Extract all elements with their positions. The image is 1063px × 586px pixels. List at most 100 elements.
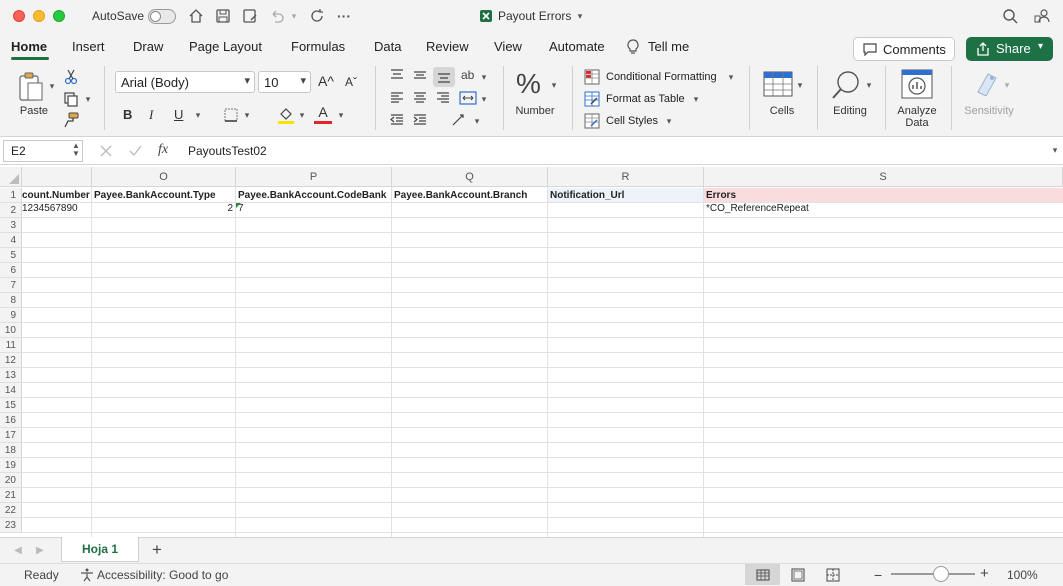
comments-button[interactable]: Comments bbox=[853, 37, 955, 61]
row-header-13[interactable]: 13 bbox=[0, 368, 22, 383]
home-icon[interactable] bbox=[187, 7, 205, 25]
fill-color-chevron-down-icon[interactable]: ▾ bbox=[297, 109, 307, 121]
row-header-2[interactable]: 2 bbox=[0, 203, 22, 218]
borders-chevron-down-icon[interactable]: ▾ bbox=[242, 109, 252, 121]
page-layout-view-icon[interactable] bbox=[789, 566, 807, 583]
format-as-table-icon[interactable] bbox=[584, 91, 600, 107]
cell-styles-icon[interactable] bbox=[584, 113, 600, 129]
row-header-4[interactable]: 4 bbox=[0, 233, 22, 248]
orientation-chevron-down-icon[interactable]: ▾ bbox=[479, 71, 489, 83]
row-header-20[interactable]: 20 bbox=[0, 473, 22, 488]
account-icon[interactable] bbox=[1033, 7, 1051, 25]
align-right-icon[interactable] bbox=[434, 90, 452, 106]
close-window-button[interactable] bbox=[13, 10, 25, 22]
cell-o1[interactable]: Payee.BankAccount.Type bbox=[92, 189, 236, 203]
column-header-r[interactable]: R bbox=[548, 167, 704, 187]
cut-icon[interactable] bbox=[63, 69, 79, 85]
row-header-10[interactable]: 10 bbox=[0, 323, 22, 338]
row-header-1[interactable]: 1 bbox=[0, 188, 22, 203]
row-header-11[interactable]: 11 bbox=[0, 338, 22, 353]
paste-chevron-down-icon[interactable]: ▾ bbox=[47, 80, 57, 92]
cell-s2[interactable]: *CO_ReferenceRepeat bbox=[704, 202, 904, 216]
share-button[interactable]: Share ▾ bbox=[966, 37, 1053, 61]
shrink-font-icon[interactable]: Aˇ bbox=[345, 75, 357, 89]
row-header-23[interactable]: 23 bbox=[0, 518, 22, 533]
select-all-corner[interactable] bbox=[0, 167, 22, 187]
tab-automate[interactable]: Automate bbox=[549, 39, 605, 54]
format-as-table-chevron-down-icon[interactable]: ▾ bbox=[691, 93, 701, 105]
cell-r1[interactable]: Notification_Url bbox=[548, 189, 704, 203]
cell-styles-chevron-down-icon[interactable]: ▾ bbox=[664, 115, 674, 127]
zoom-window-button[interactable] bbox=[53, 10, 65, 22]
row-header-14[interactable]: 14 bbox=[0, 383, 22, 398]
tab-formulas[interactable]: Formulas bbox=[291, 39, 345, 54]
conditional-formatting-button[interactable]: Conditional Formatting bbox=[606, 71, 717, 83]
sensitivity-icon[interactable] bbox=[972, 68, 1002, 98]
zoom-in-icon[interactable]: + bbox=[980, 565, 989, 582]
row-header-17[interactable]: 17 bbox=[0, 428, 22, 443]
number-format-icon[interactable]: % bbox=[516, 68, 541, 100]
zoom-out-icon[interactable]: − bbox=[874, 567, 882, 583]
row-header-5[interactable]: 5 bbox=[0, 248, 22, 263]
paste-icon[interactable] bbox=[16, 70, 46, 104]
column-header-q[interactable]: Q bbox=[392, 167, 548, 187]
borders-icon[interactable] bbox=[222, 106, 240, 124]
tab-page-layout[interactable]: Page Layout bbox=[189, 39, 262, 54]
underline-chevron-down-icon[interactable]: ▾ bbox=[193, 109, 203, 121]
confirm-entry-icon[interactable] bbox=[126, 142, 144, 160]
redo-icon[interactable] bbox=[308, 7, 326, 25]
tab-data[interactable]: Data bbox=[374, 39, 401, 54]
analyze-data-icon[interactable] bbox=[900, 68, 934, 100]
italic-button[interactable]: I bbox=[149, 107, 153, 123]
normal-view-icon[interactable] bbox=[745, 564, 780, 585]
page-break-view-icon[interactable] bbox=[824, 566, 842, 583]
tab-view[interactable]: View bbox=[494, 39, 522, 54]
editing-chevron-down-icon[interactable]: ▾ bbox=[864, 79, 874, 91]
conditional-formatting-icon[interactable] bbox=[584, 69, 600, 85]
align-middle-icon[interactable] bbox=[411, 67, 429, 83]
worksheet-grid[interactable]: O P Q R S 1 2 3 4 5 6 7 8 9 10 11 12 13 14 15 16 17 18 19 2… bbox=[0, 167, 1063, 537]
share-chevron-down-icon[interactable]: ▾ bbox=[1038, 41, 1043, 52]
merge-chevron-down-icon[interactable]: ▾ bbox=[479, 93, 489, 105]
more-commands-icon[interactable]: ··· bbox=[335, 7, 353, 25]
row-header-19[interactable]: 19 bbox=[0, 458, 22, 473]
tab-draw[interactable]: Draw bbox=[133, 39, 163, 54]
error-indicator-icon[interactable] bbox=[236, 203, 241, 208]
row-header-9[interactable]: 9 bbox=[0, 308, 22, 323]
align-left-icon[interactable] bbox=[388, 90, 406, 106]
cancel-entry-icon[interactable] bbox=[97, 142, 115, 160]
prev-sheet-icon[interactable]: ◀ bbox=[12, 543, 24, 557]
row-header-8[interactable]: 8 bbox=[0, 293, 22, 308]
cells-icon[interactable] bbox=[762, 69, 794, 99]
font-name-select[interactable]: Arial (Body) ▾ bbox=[115, 71, 255, 93]
align-bottom-icon[interactable] bbox=[433, 67, 455, 87]
tab-review[interactable]: Review bbox=[426, 39, 469, 54]
row-header-12[interactable]: 12 bbox=[0, 353, 22, 368]
align-top-icon[interactable] bbox=[388, 67, 406, 83]
cell-s1[interactable]: Errors bbox=[704, 189, 904, 203]
zoom-level[interactable]: 100% bbox=[1007, 568, 1038, 582]
cell-n1[interactable]: count.Number bbox=[20, 189, 92, 203]
accessibility-icon[interactable] bbox=[79, 567, 95, 583]
next-sheet-icon[interactable]: ▶ bbox=[34, 543, 46, 557]
row-header-22[interactable]: 22 bbox=[0, 503, 22, 518]
column-header-s[interactable]: S bbox=[704, 167, 1063, 187]
row-header-16[interactable]: 16 bbox=[0, 413, 22, 428]
row-header-18[interactable]: 18 bbox=[0, 443, 22, 458]
formula-expand-chevron-down-icon[interactable]: ▾ bbox=[1050, 144, 1060, 156]
cell-o2[interactable]: 2 bbox=[92, 202, 235, 216]
align-center-icon[interactable] bbox=[411, 90, 429, 106]
decrease-indent-icon[interactable] bbox=[388, 112, 406, 128]
grow-font-icon[interactable]: A^ bbox=[318, 73, 334, 89]
row-header-15[interactable]: 15 bbox=[0, 398, 22, 413]
column-header-o[interactable]: O bbox=[92, 167, 236, 187]
row-header-21[interactable]: 21 bbox=[0, 488, 22, 503]
format-as-table-button[interactable]: Format as Table bbox=[606, 93, 685, 105]
fill-color-icon[interactable] bbox=[276, 105, 296, 125]
zoom-slider-knob[interactable] bbox=[933, 566, 949, 582]
copy-icon[interactable] bbox=[62, 91, 80, 107]
conditional-formatting-chevron-down-icon[interactable]: ▾ bbox=[726, 71, 736, 83]
document-title[interactable]: Payout Errors bbox=[498, 9, 571, 23]
undo-dropdown-icon[interactable]: ▾ bbox=[289, 9, 299, 23]
name-box-stepper-icon[interactable]: ▲ ▼ bbox=[71, 140, 81, 160]
